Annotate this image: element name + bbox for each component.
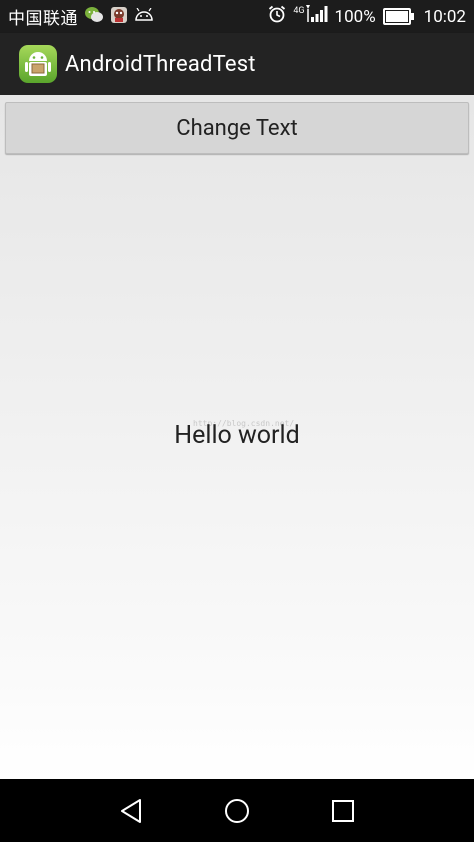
avatar-app-icon — [110, 6, 128, 28]
wechat-icon — [84, 6, 104, 28]
main-content: Change Text http://blog.csdn.net/ Hello … — [0, 95, 474, 779]
recents-icon[interactable] — [329, 797, 357, 825]
home-icon[interactable] — [223, 797, 251, 825]
navigation-bar — [0, 779, 474, 842]
status-bar-right: 4G 100% 10:02 — [268, 5, 466, 28]
hello-text: Hello world — [174, 421, 300, 450]
status-bar: 中国联通 4G 100% 10:02 — [0, 0, 474, 33]
signal-icon — [305, 5, 328, 28]
android-app-icon[interactable] — [18, 44, 58, 84]
android-debug-icon — [134, 7, 154, 26]
action-bar: AndroidThreadTest — [0, 33, 474, 95]
back-icon[interactable] — [118, 797, 146, 825]
app-title: AndroidThreadTest — [65, 51, 256, 77]
battery-percent: 100% — [334, 6, 376, 27]
network-type: 4G — [293, 5, 305, 16]
clock: 10:02 — [423, 6, 466, 27]
alarm-icon — [268, 5, 286, 28]
status-bar-left: 中国联通 — [8, 4, 154, 29]
change-text-button[interactable]: Change Text — [5, 102, 469, 154]
carrier-name: 中国联通 — [8, 9, 78, 29]
battery-icon — [382, 8, 414, 25]
